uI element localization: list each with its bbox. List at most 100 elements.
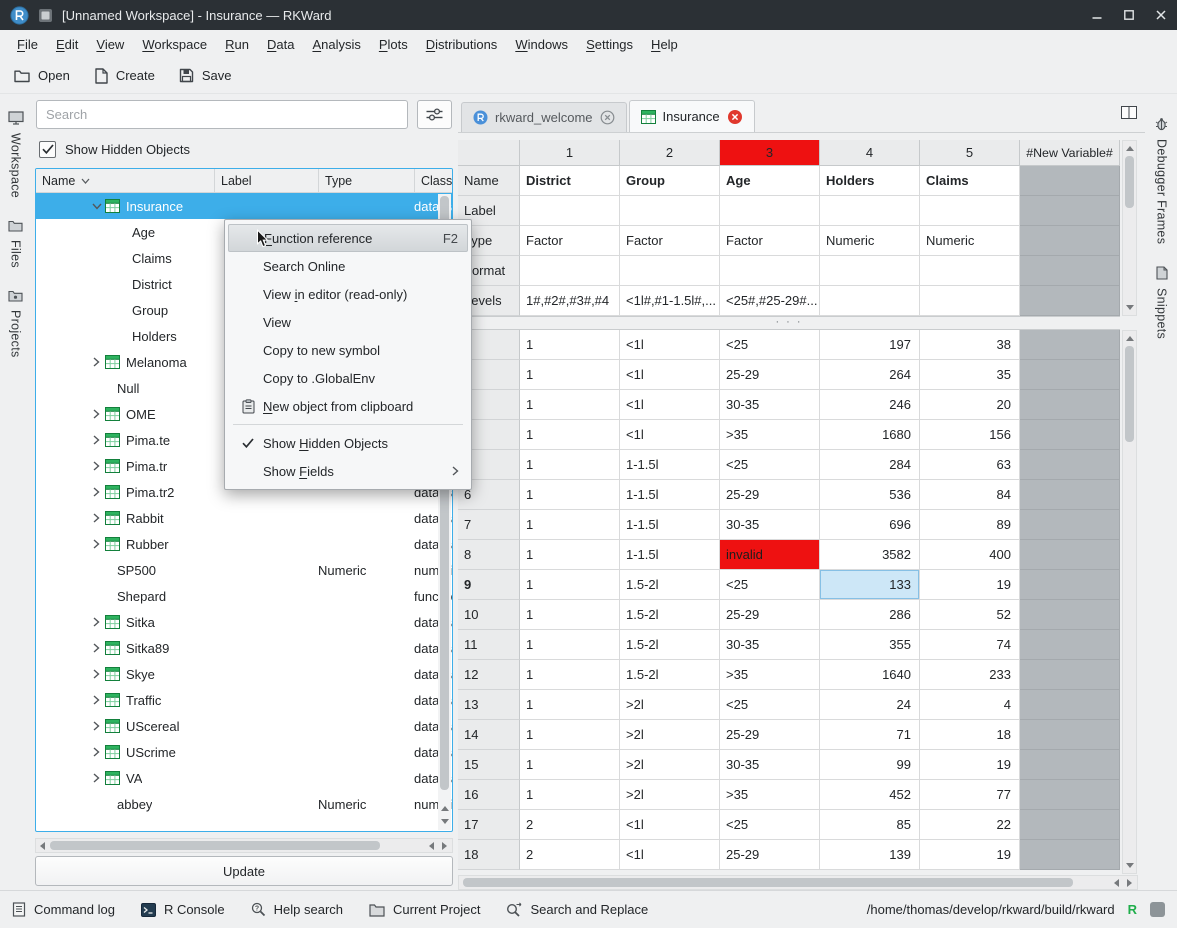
- data-cell[interactable]: 1: [520, 450, 620, 480]
- tree-item-shepard[interactable]: Shepardfunction: [36, 583, 452, 609]
- column-header-type[interactable]: Type: [318, 169, 414, 192]
- data-cell[interactable]: 1: [520, 780, 620, 810]
- tree-item-rubber[interactable]: Rubberdata.frame: [36, 531, 452, 557]
- meta-cell[interactable]: Numeric: [920, 226, 1020, 256]
- context-menu-item-search-online[interactable]: Search Online: [225, 252, 471, 280]
- context-menu-item-copy-to-new-symbol[interactable]: Copy to new symbol: [225, 336, 471, 364]
- expander-closed-icon[interactable]: [88, 669, 105, 679]
- data-cell[interactable]: 156: [920, 420, 1020, 450]
- column-header-3[interactable]: 3: [720, 140, 820, 166]
- data-cell[interactable]: <1l: [620, 420, 720, 450]
- split-window-icon[interactable]: [1121, 106, 1137, 119]
- current-project-button[interactable]: Current Project: [369, 902, 480, 917]
- data-cell[interactable]: 30-35: [720, 630, 820, 660]
- search-and-replace-button[interactable]: Search and Replace: [506, 902, 648, 917]
- data-cell[interactable]: >35: [720, 660, 820, 690]
- data-cell[interactable]: >2l: [620, 690, 720, 720]
- data-cell-new-variable[interactable]: [1020, 630, 1120, 660]
- scroll-left-icon[interactable]: [1114, 879, 1119, 887]
- data-cell[interactable]: 1: [520, 720, 620, 750]
- meta-cell[interactable]: Claims: [920, 166, 1020, 196]
- data-cell[interactable]: 30-35: [720, 510, 820, 540]
- tree-item-abbey[interactable]: abbeyNumericnumeric: [36, 791, 452, 817]
- scroll-up-icon[interactable]: [1126, 146, 1134, 151]
- tree-item-uscrime[interactable]: UScrimedata.frame: [36, 739, 452, 765]
- scrollbar-thumb[interactable]: [463, 878, 1073, 887]
- data-cell[interactable]: 30-35: [720, 390, 820, 420]
- expander-closed-icon[interactable]: [88, 643, 105, 653]
- data-cell[interactable]: <1l: [620, 330, 720, 360]
- expander-closed-icon[interactable]: [88, 695, 105, 705]
- data-cell[interactable]: 1: [520, 330, 620, 360]
- data-cell[interactable]: 1: [520, 630, 620, 660]
- minimize-button[interactable]: [1091, 9, 1103, 21]
- row-header[interactable]: 17: [458, 810, 520, 840]
- data-cell[interactable]: invalid: [720, 540, 820, 570]
- data-cell[interactable]: >2l: [620, 720, 720, 750]
- command-log-button[interactable]: Command log: [12, 902, 115, 917]
- row-header[interactable]: 18: [458, 840, 520, 870]
- data-cell-new-variable[interactable]: [1020, 390, 1120, 420]
- filter-button[interactable]: [417, 100, 452, 129]
- column-header-5[interactable]: 5: [920, 140, 1020, 166]
- expander-closed-icon[interactable]: [88, 513, 105, 523]
- data-cell-new-variable[interactable]: [1020, 570, 1120, 600]
- data-cell[interactable]: 4: [920, 690, 1020, 720]
- column-header-4[interactable]: 4: [820, 140, 920, 166]
- data-cell[interactable]: 22: [920, 810, 1020, 840]
- tab-close-icon[interactable]: [727, 109, 743, 125]
- tab-close-icon[interactable]: [600, 110, 615, 125]
- data-cell-new-variable[interactable]: [1020, 420, 1120, 450]
- data-cell[interactable]: 233: [920, 660, 1020, 690]
- data-horizontal-scrollbar[interactable]: [458, 875, 1138, 890]
- data-cell[interactable]: 19: [920, 840, 1020, 870]
- column-header-class[interactable]: Class: [414, 169, 452, 192]
- tab-rkward-welcome[interactable]: rkward_welcome: [461, 102, 627, 132]
- data-vertical-scrollbar[interactable]: [1122, 330, 1137, 874]
- data-cell[interactable]: 1: [520, 480, 620, 510]
- row-header[interactable]: 16: [458, 780, 520, 810]
- context-menu-item-view-in-editor-read-only[interactable]: View in editor (read-only): [225, 280, 471, 308]
- data-cell[interactable]: 1.5-2l: [620, 630, 720, 660]
- data-cell[interactable]: 197: [820, 330, 920, 360]
- scroll-left-icon[interactable]: [429, 842, 434, 850]
- data-cell[interactable]: 25-29: [720, 720, 820, 750]
- tree-item-rabbit[interactable]: Rabbitdata.frame: [36, 505, 452, 531]
- data-cell-new-variable[interactable]: [1020, 360, 1120, 390]
- dock-tab-debugger-frames[interactable]: Debugger Frames: [1146, 106, 1177, 255]
- data-cell[interactable]: <25: [720, 690, 820, 720]
- data-cell[interactable]: 20: [920, 390, 1020, 420]
- row-header[interactable]: 14: [458, 720, 520, 750]
- data-cell[interactable]: 19: [920, 570, 1020, 600]
- menubar-windows[interactable]: Windows: [506, 32, 577, 57]
- scrollbar-thumb[interactable]: [1125, 156, 1134, 208]
- data-cell[interactable]: 25-29: [720, 600, 820, 630]
- data-cell-new-variable[interactable]: [1020, 540, 1120, 570]
- help-search-button[interactable]: ?Help search: [251, 902, 343, 917]
- close-button[interactable]: [1155, 9, 1167, 21]
- data-cell-new-variable[interactable]: [1020, 660, 1120, 690]
- data-cell-new-variable[interactable]: [1020, 810, 1120, 840]
- data-cell[interactable]: 89: [920, 510, 1020, 540]
- expander-closed-icon[interactable]: [88, 721, 105, 731]
- row-header[interactable]: 7: [458, 510, 520, 540]
- meta-cell[interactable]: Factor: [620, 226, 720, 256]
- column-header-1[interactable]: 1: [520, 140, 620, 166]
- dock-tab-snippets[interactable]: Snippets: [1146, 255, 1177, 350]
- data-cell[interactable]: 24: [820, 690, 920, 720]
- data-cell[interactable]: 38: [920, 330, 1020, 360]
- data-cell-new-variable[interactable]: [1020, 600, 1120, 630]
- expander-closed-icon[interactable]: [88, 409, 105, 419]
- data-cell[interactable]: <25: [720, 810, 820, 840]
- menubar-run[interactable]: Run: [216, 32, 258, 57]
- dock-tab-projects[interactable]: Projects: [0, 279, 31, 369]
- window-menu-icon[interactable]: [38, 8, 53, 23]
- menubar-data[interactable]: Data: [258, 32, 303, 57]
- data-cell[interactable]: 3582: [820, 540, 920, 570]
- meta-cell[interactable]: [820, 286, 920, 316]
- meta-cell[interactable]: [520, 196, 620, 226]
- data-cell-new-variable[interactable]: [1020, 780, 1120, 810]
- data-cell[interactable]: 2: [520, 810, 620, 840]
- tree-item-uscereal[interactable]: UScerealdata.frame: [36, 713, 452, 739]
- data-cell-new-variable[interactable]: [1020, 330, 1120, 360]
